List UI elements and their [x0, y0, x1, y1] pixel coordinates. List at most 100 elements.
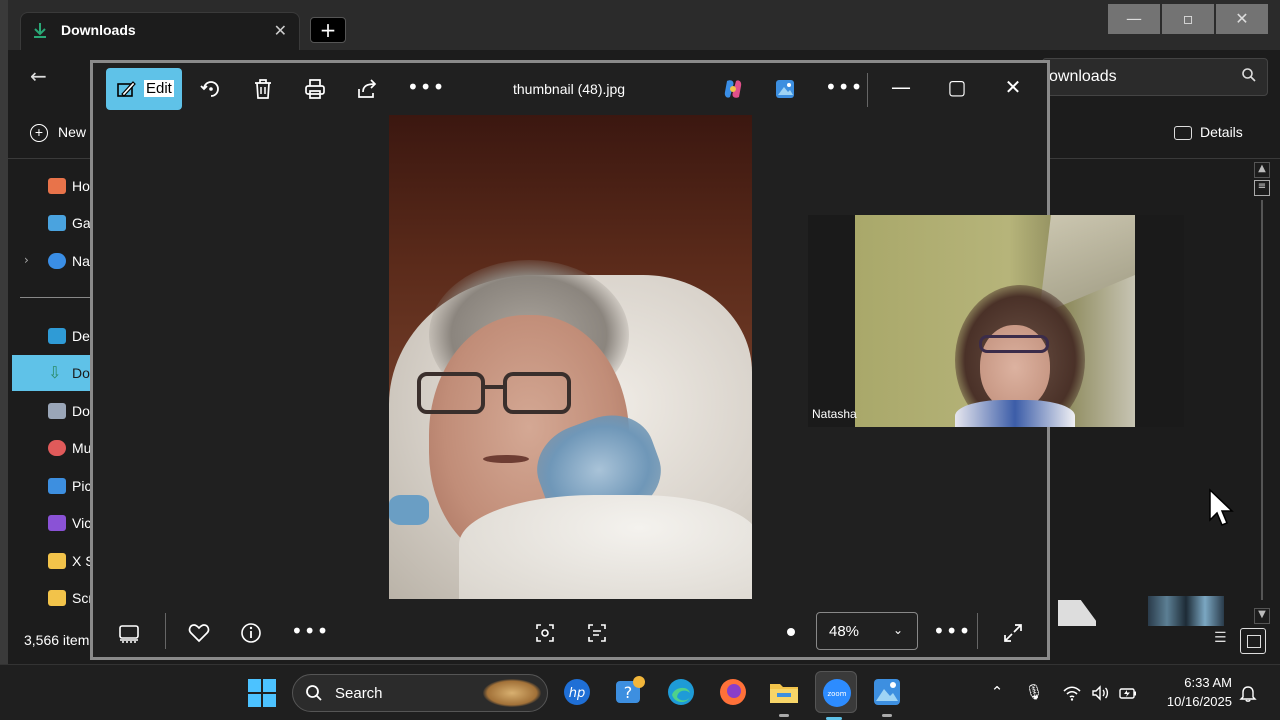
delete-icon[interactable]	[251, 77, 275, 101]
hp-app-icon[interactable]: hp	[560, 675, 594, 709]
edge-app-icon[interactable]	[664, 675, 698, 709]
speaker-icon	[1092, 685, 1109, 701]
file-thumbnail[interactable]	[1058, 600, 1096, 626]
back-arrow-icon[interactable]: ←	[30, 64, 47, 88]
folder-icon	[770, 684, 798, 703]
sidebar-item-videos[interactable]: Vic	[8, 505, 92, 541]
photos-app-icon[interactable]	[773, 77, 797, 101]
edit-button[interactable]: Edit	[106, 68, 182, 110]
sidebar-item-folder-x[interactable]: X S	[8, 543, 92, 579]
sidebar-item-label: Vic	[72, 515, 92, 531]
image-thumbnail[interactable]	[1148, 596, 1224, 626]
visual-search-icon[interactable]	[533, 621, 557, 645]
taskbar-search[interactable]: Search	[292, 674, 548, 712]
scan-text-icon[interactable]	[585, 621, 609, 645]
system-clock[interactable]: 6:33 AM 10/16/2025	[1150, 673, 1232, 711]
tab-title: Downloads	[61, 22, 136, 38]
get-help-app-icon[interactable]: ?	[612, 675, 646, 709]
filmstrip-icon[interactable]	[117, 621, 141, 645]
zoom-video-tile[interactable]: Natasha	[808, 215, 1184, 427]
svg-text:zoom: zoom	[827, 690, 846, 698]
windows-logo-tile	[263, 679, 276, 692]
sidebar-item-pictures[interactable]: Pic	[8, 468, 92, 504]
list-view-icon[interactable]: ☰	[1214, 630, 1234, 650]
sidebar-item-home[interactable]: Ho	[8, 168, 92, 204]
photo-glasses-right	[503, 372, 571, 414]
menu-icon[interactable]: ≡	[1254, 180, 1270, 196]
battery-icon[interactable]	[1118, 683, 1138, 703]
bottom-divider	[977, 613, 978, 649]
status-dot	[787, 628, 795, 636]
details-button[interactable]: Details	[1174, 124, 1243, 141]
sidebar-item-documents[interactable]: Do	[8, 393, 92, 429]
sidebar-item-onedrive[interactable]: › Na	[8, 243, 92, 279]
search-input-value: ownloads	[1049, 68, 1117, 85]
scrollbar-track[interactable]	[1261, 200, 1263, 600]
more-options-icon[interactable]: •••	[291, 619, 329, 643]
details-label: Details	[1200, 124, 1243, 140]
chevron-right-icon[interactable]: ›	[24, 253, 29, 267]
wifi-icon[interactable]	[1062, 683, 1082, 703]
copilot-icon[interactable]	[721, 77, 745, 101]
participant-video	[855, 215, 1135, 427]
clock-date: 10/16/2025	[1166, 694, 1232, 709]
download-icon	[34, 23, 46, 38]
sidebar-item-gallery[interactable]: Ga	[8, 205, 92, 241]
wifi-signal-icon	[1063, 686, 1081, 701]
search-input[interactable]: ownloads	[1042, 58, 1268, 96]
microphone-location-icon[interactable]: 🎙	[1024, 683, 1044, 703]
sidebar-item-desktop[interactable]: De	[8, 318, 92, 354]
sidebar-divider	[20, 297, 92, 298]
maximize-button[interactable]: ▢	[943, 75, 971, 99]
search-icon	[1242, 68, 1256, 82]
photos-taskbar-icon[interactable]	[870, 675, 904, 717]
new-tab-button[interactable]: +	[310, 17, 346, 43]
status-item-count: 3,566 item	[24, 632, 90, 648]
volume-icon[interactable]	[1090, 683, 1110, 703]
scroll-down-icon[interactable]: ▼	[1254, 608, 1270, 624]
music-icon	[48, 440, 66, 456]
edit-label: Edit	[144, 80, 174, 97]
close-button[interactable]: ✕	[1216, 4, 1268, 34]
start-button[interactable]	[248, 679, 276, 707]
photo-towel	[459, 495, 752, 599]
bottom-divider	[165, 613, 166, 649]
chevron-up-icon[interactable]: ⌃	[987, 683, 1007, 703]
new-button[interactable]: + New	[30, 124, 86, 143]
mouse-cursor-icon	[1209, 488, 1234, 526]
sidebar-item-label: Mu	[72, 440, 92, 456]
tab-downloads[interactable]: Downloads ✕	[20, 12, 300, 50]
more-options-icon[interactable]: •••	[407, 75, 445, 99]
notifications-bell-icon[interactable]	[1238, 683, 1258, 703]
firefox-app-icon[interactable]	[716, 675, 750, 709]
zoom-level-dropdown[interactable]: 48% ⌄	[816, 612, 918, 650]
maximize-button[interactable]: ▫	[1162, 4, 1214, 34]
more-apps-icon[interactable]: •••	[825, 75, 863, 99]
zoom-app-icon[interactable]: zoom	[815, 671, 857, 720]
minimize-button[interactable]: —	[887, 75, 915, 99]
edit-image-icon	[117, 81, 136, 97]
sidebar-item-folder-scr[interactable]: Scr	[8, 580, 92, 616]
displayed-photo[interactable]	[389, 115, 752, 599]
info-icon[interactable]	[239, 621, 263, 645]
sidebar-item-downloads[interactable]: ⇩ Do	[12, 355, 92, 391]
favorite-heart-icon[interactable]	[187, 621, 211, 645]
share-icon[interactable]	[355, 77, 379, 101]
videos-icon	[48, 515, 66, 531]
rotate-icon[interactable]	[199, 77, 223, 101]
tiles-view-icon[interactable]	[1240, 628, 1266, 654]
folder-icon	[48, 553, 66, 569]
minimize-button[interactable]: —	[1108, 4, 1160, 34]
participant-name: Natasha	[812, 407, 857, 421]
sidebar-item-music[interactable]: Mu	[8, 430, 92, 466]
file-explorer-app-icon[interactable]	[767, 675, 801, 717]
fullscreen-icon[interactable]	[1001, 621, 1025, 645]
vertical-scrollbar[interactable]: ▲ ≡ ▼	[1252, 160, 1272, 626]
more-zoom-options-icon[interactable]: •••	[933, 619, 971, 643]
sidebar-item-label: Pic	[72, 478, 92, 494]
print-icon[interactable]	[303, 77, 327, 101]
scroll-up-icon[interactable]: ▲	[1254, 162, 1270, 178]
close-button[interactable]: ✕	[999, 75, 1027, 99]
close-tab-icon[interactable]: ✕	[274, 21, 287, 40]
edge-browser-icon	[668, 679, 694, 705]
